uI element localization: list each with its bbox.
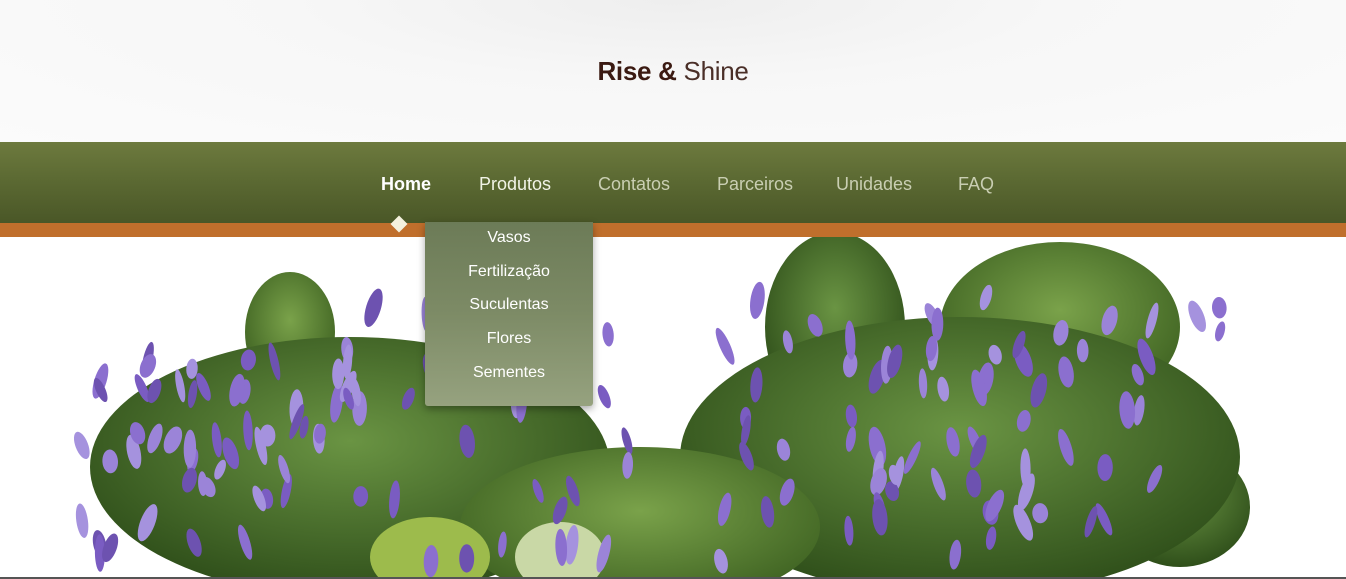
lilac-cluster bbox=[1188, 300, 1206, 332]
site-logo[interactable]: Rise & Shine bbox=[0, 54, 1346, 88]
site-header: Rise & Shine bbox=[0, 0, 1346, 142]
dropdown-item-sementes[interactable]: Sementes bbox=[425, 362, 593, 384]
logo-ampersand: & bbox=[658, 56, 677, 86]
nav-item-home[interactable]: Home bbox=[381, 172, 431, 196]
nav-item-contatos[interactable]: Contatos bbox=[598, 172, 670, 196]
lilac-cluster bbox=[1215, 321, 1226, 342]
foliage-group bbox=[90, 237, 1250, 579]
nav-accent-stripe bbox=[0, 223, 1346, 237]
hero-plants-image bbox=[73, 237, 1250, 579]
lilac-cluster bbox=[1211, 297, 1227, 319]
logo-word-bold: Rise bbox=[597, 56, 652, 86]
dropdown-item-suculentas[interactable]: Suculentas bbox=[425, 294, 593, 316]
main-navigation bbox=[0, 142, 1346, 223]
lilac-cluster bbox=[73, 431, 90, 460]
lilac-cluster bbox=[75, 503, 89, 538]
lilac-cluster bbox=[364, 288, 383, 327]
dropdown-item-flores[interactable]: Flores bbox=[425, 328, 593, 350]
lilac-cluster bbox=[749, 281, 765, 319]
lilac-cluster bbox=[459, 544, 475, 573]
lilac-cluster bbox=[139, 354, 157, 378]
nav-item-parceiros[interactable]: Parceiros bbox=[717, 172, 793, 196]
lilac-cluster bbox=[715, 327, 735, 365]
nav-item-unidades[interactable]: Unidades bbox=[836, 172, 912, 196]
dropdown-item-fertilizacao[interactable]: Fertilização bbox=[425, 261, 593, 283]
logo-word-light: Shine bbox=[683, 56, 749, 86]
lilac-cluster bbox=[597, 384, 611, 409]
produtos-dropdown-menu: Vasos Fertilização Suculentas Flores Sem… bbox=[425, 222, 593, 406]
lilac-cluster bbox=[602, 322, 614, 347]
nav-item-faq[interactable]: FAQ bbox=[958, 172, 994, 196]
dropdown-item-vasos[interactable]: Vasos bbox=[425, 227, 593, 249]
nav-item-produtos[interactable]: Produtos bbox=[479, 172, 551, 196]
